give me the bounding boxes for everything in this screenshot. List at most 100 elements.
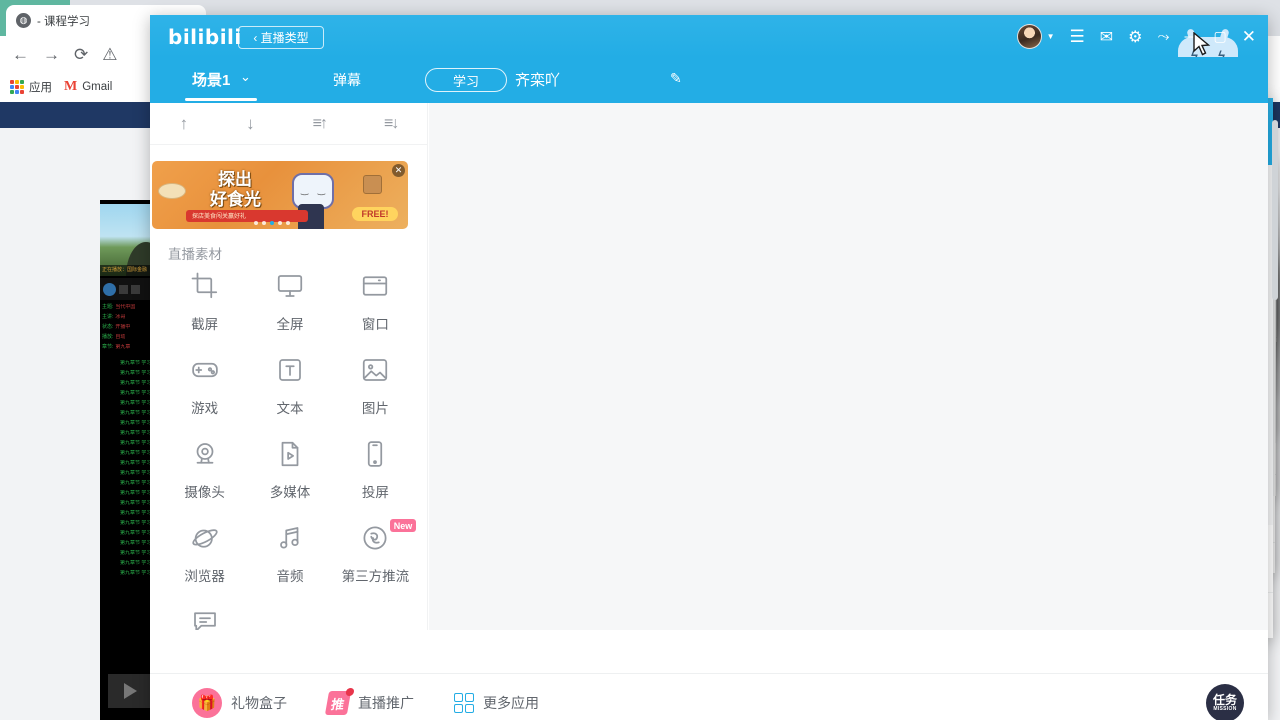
maximize-icon[interactable]: ▢ <box>1214 28 1227 45</box>
source-item-第三方推流[interactable]: 第三方推流 New <box>333 519 418 585</box>
scene-chevron-down-icon[interactable]: ⌄ <box>240 69 251 85</box>
sources-section-title: 直播素材 <box>168 247 222 262</box>
planet-browser-icon <box>190 523 220 558</box>
bilibili-live-window[interactable]: bilibili ‹ 直播类型 ϟ ϟ ▼ ☰ ✉ ⚙ ⤳ — ▢ ✕ 场景1 … <box>150 15 1268 720</box>
image-icon <box>360 355 390 390</box>
menu-icon[interactable]: ☰ <box>1070 27 1085 47</box>
source-item-摄像头[interactable]: 摄像头 <box>162 439 247 501</box>
reload-icon[interactable]: ⟳ <box>74 46 88 63</box>
meta-key: 状态: <box>102 324 114 330</box>
play-triangle-icon <box>123 683 137 699</box>
source-item-label: 窗口 <box>361 317 389 332</box>
move-down-icon[interactable]: ↓ <box>246 114 255 134</box>
app-gift-box-label: 礼物盒子 <box>231 694 287 711</box>
promo-icon: 推 <box>324 687 355 715</box>
back-icon[interactable]: ← <box>12 46 29 63</box>
source-item-label: 文本 <box>276 401 304 416</box>
source-item-label: 投屏 <box>361 485 389 500</box>
media-file-icon <box>275 439 305 474</box>
app-live-promo-label: 直播推广 <box>358 694 414 711</box>
globe-icon: ◍ <box>16 13 31 28</box>
source-item-label: 第三方推流 <box>341 569 410 584</box>
meta-value: 冰哥 <box>115 314 126 320</box>
source-item-label: 音频 <box>276 569 304 584</box>
sources-grid[interactable]: 截屏 全屏 窗口游戏 文本 图片摄像头 多媒体 投屏浏览器 音频 第三方推流 New 弹幕姬 <box>162 271 418 630</box>
meta-key: 主讲: <box>102 314 114 320</box>
source-item-label: 浏览器 <box>184 569 225 584</box>
live-category-pill[interactable]: 学习 <box>425 68 507 92</box>
source-item-窗口[interactable]: 窗口 <box>333 271 418 333</box>
gmail-icon: M <box>64 79 78 94</box>
banner-dots[interactable] <box>254 221 290 225</box>
source-item-多媒体[interactable]: 多媒体 <box>247 439 332 501</box>
promo-banner[interactable]: 探出 好食光 ‿ ‿ 探店美食闯关赢好礼 FREE! ✕ <box>152 161 408 229</box>
source-item-音频[interactable]: 音频 <box>247 523 332 585</box>
source-item-label: 截屏 <box>191 317 219 332</box>
bookmark-gmail[interactable]: M Gmail <box>64 79 112 95</box>
app-more-apps[interactable]: 更多应用 <box>454 692 539 713</box>
scene-name[interactable]: 场景1 <box>192 69 230 90</box>
webcam-icon <box>190 439 220 474</box>
mission-badge-line1: 任务 <box>1212 693 1237 707</box>
mission-badge-line2: MISSION <box>1213 706 1237 712</box>
room-title: 齐栾吖 <box>515 72 561 89</box>
meta-value: 当代中国 <box>115 304 136 310</box>
window-title-bar[interactable]: bilibili ‹ 直播类型 ϟ ϟ ▼ ☰ ✉ ⚙ ⤳ — ▢ ✕ <box>150 15 1268 57</box>
window-icon <box>360 271 390 306</box>
source-item-label: 图片 <box>361 401 389 416</box>
share-icon[interactable]: ⤳ <box>1158 28 1170 45</box>
apps-bar[interactable]: 🎁 礼物盒子 推 直播推广 更多应用 任务 MISSION <box>150 673 1268 720</box>
banner-ribbon-text: 探店美食闯关赢好礼 <box>192 214 247 220</box>
bookmark-apps[interactable]: 应用 <box>10 79 52 95</box>
bookmark-gmail-label: Gmail <box>82 81 113 93</box>
banner-title-line1: 探出 <box>218 170 252 189</box>
cookie-icon <box>158 183 186 199</box>
page-scrollbar[interactable] <box>1272 120 1278 300</box>
browser-tab-title: - 课程学习 <box>37 15 91 28</box>
sources-pane: ↑ ↓ ≡↑ ≡↓ 探出 好食光 ‿ ‿ 探店美食闯关赢好礼 FREE! ✕ 直… <box>150 103 428 630</box>
player-button-icon[interactable] <box>119 284 128 294</box>
source-item-游戏[interactable]: 游戏 <box>162 355 247 417</box>
source-item-label: 全屏 <box>276 317 304 332</box>
mission-badge[interactable]: 任务 MISSION <box>1206 684 1244 720</box>
danmaku-tab[interactable]: 弹幕 <box>333 70 361 90</box>
app-live-promo[interactable]: 推 直播推广 <box>324 687 414 715</box>
source-item-文本[interactable]: 文本 <box>247 355 332 417</box>
play-pause-icon[interactable] <box>103 282 116 296</box>
more-apps-grid-icon <box>454 692 474 713</box>
move-bottom-icon[interactable]: ≡↓ <box>384 115 399 133</box>
avatar[interactable] <box>1016 24 1042 49</box>
scene-bar[interactable]: 场景1 ⌄ 弹幕 学习 齐栾吖 ✎ <box>150 57 1268 103</box>
live-category-button[interactable]: ‹ 直播类型 <box>238 26 324 49</box>
source-item-label: 游戏 <box>191 401 219 416</box>
forward-icon[interactable]: → <box>43 46 60 63</box>
app-gift-box[interactable]: 🎁 礼物盒子 <box>192 687 287 718</box>
chevron-down-icon[interactable]: ▼ <box>1047 32 1055 41</box>
source-item-图片[interactable]: 图片 <box>333 355 418 417</box>
close-icon[interactable]: ✕ <box>1242 27 1256 47</box>
gift-box-icon: 🎁 <box>192 687 222 718</box>
move-up-icon[interactable]: ↑ <box>180 114 189 134</box>
warning-icon: ⚠ <box>102 44 118 64</box>
mail-icon[interactable]: ✉ <box>1100 27 1113 47</box>
bookmark-apps-label: 应用 <box>29 82 52 94</box>
meta-key: 播放: <box>102 334 114 340</box>
move-top-icon[interactable]: ≡↑ <box>313 115 328 133</box>
chat-bubble-icon <box>190 607 220 630</box>
edit-icon[interactable]: ✎ <box>670 70 682 87</box>
course-play-button[interactable] <box>108 674 152 708</box>
source-item-弹幕姬[interactable]: 弹幕姬 <box>162 607 247 630</box>
player-button-2-icon[interactable] <box>131 284 140 294</box>
titlebar-actions[interactable]: ▼ ☰ ✉ ⚙ ⤳ — ▢ ✕ <box>1016 24 1256 49</box>
banner-close-icon[interactable]: ✕ <box>392 164 405 177</box>
meta-key: 主题: <box>102 304 114 310</box>
apps-grid-icon <box>10 80 24 94</box>
source-item-label: 多媒体 <box>269 485 311 500</box>
settings-gear-icon[interactable]: ⚙ <box>1128 27 1142 47</box>
source-item-截屏[interactable]: 截屏 <box>162 271 247 333</box>
source-item-浏览器[interactable]: 浏览器 <box>162 523 247 585</box>
source-order-toolbar[interactable]: ↑ ↓ ≡↑ ≡↓ <box>150 103 427 145</box>
crop-screenshot-icon <box>190 271 220 306</box>
source-item-投屏[interactable]: 投屏 <box>333 439 418 501</box>
source-item-全屏[interactable]: 全屏 <box>247 271 332 333</box>
